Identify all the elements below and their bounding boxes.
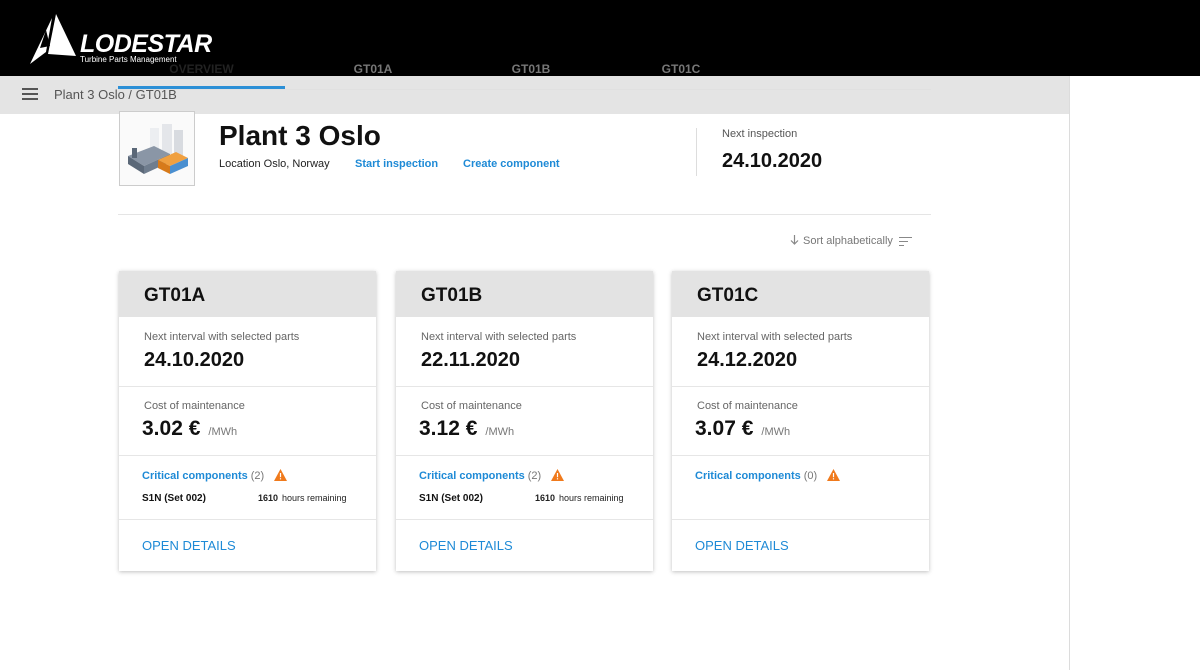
interval-label: Next interval with selected parts: [421, 331, 577, 343]
cost-label: Cost of maintenance: [421, 400, 522, 412]
part-hours-remaining: 1610 hours remaining: [258, 493, 347, 503]
card-divider: [396, 455, 653, 456]
sort-lines-icon: [898, 236, 912, 246]
warning-icon: [274, 469, 288, 481]
hours-label: hours remaining: [282, 493, 347, 503]
tab-gt01a[interactable]: GT01A: [313, 52, 433, 89]
cost-unit: /MWh: [485, 426, 515, 438]
card-divider: [672, 519, 929, 520]
interval-date: 24.12.2020: [697, 349, 798, 371]
part-hours-remaining: 1610 hours remaining: [535, 493, 624, 503]
sort-control[interactable]: Sort alphabetically: [790, 235, 912, 247]
card-divider: [119, 386, 376, 387]
interval-label: Next interval with selected parts: [144, 331, 300, 343]
card-header: GT01A: [119, 271, 376, 317]
critical-components-link[interactable]: Critical components: [142, 470, 248, 482]
warning-icon: [827, 469, 841, 481]
hours-value: 1610: [258, 493, 279, 503]
interval-label: Next interval with selected parts: [697, 331, 853, 343]
critical-components-row: Critical components (0): [695, 469, 841, 482]
create-component-link[interactable]: Create component: [463, 158, 560, 170]
next-inspection-date: 24.10.2020: [722, 150, 823, 172]
hours-value: 1610: [535, 493, 556, 503]
cost-label: Cost of maintenance: [144, 400, 245, 412]
card-divider: [396, 519, 653, 520]
card-title: GT01B: [421, 285, 483, 306]
unit-card-gt01c: GT01C Next interval with selected parts …: [672, 271, 929, 571]
unit-card-gt01a: GT01A Next interval with selected parts …: [119, 271, 376, 571]
cost-value-row: 3.12 € /MWh: [419, 417, 514, 441]
next-inspection-label: Next inspection: [722, 128, 798, 140]
tab-overview[interactable]: OVERVIEW: [118, 52, 285, 89]
cost-unit: /MWh: [761, 426, 791, 438]
card-divider: [119, 519, 376, 520]
cost-value: 3.12 €: [419, 417, 478, 440]
header-divider: [696, 128, 697, 176]
part-name: S1N (Set 002): [419, 493, 483, 504]
plant-location: Location Oslo, Norway: [219, 158, 330, 170]
interval-date: 24.10.2020: [144, 349, 245, 371]
open-details-button[interactable]: OPEN DETAILS: [695, 538, 789, 553]
cost-unit: /MWh: [208, 426, 238, 438]
hamburger-menu-icon[interactable]: [22, 88, 38, 102]
card-header: GT01C: [672, 271, 929, 317]
card-title: GT01A: [144, 285, 206, 306]
part-name: S1N (Set 002): [142, 493, 206, 504]
critical-components-link[interactable]: Critical components: [695, 470, 801, 482]
card-header: GT01B: [396, 271, 653, 317]
tab-gt01c[interactable]: GT01C: [621, 52, 741, 89]
critical-count: (0): [803, 470, 818, 482]
cost-value: 3.07 €: [695, 417, 754, 440]
power-plant-icon: [128, 124, 188, 174]
sail-logo-icon: [30, 14, 76, 64]
cost-label: Cost of maintenance: [697, 400, 798, 412]
plant-image: [119, 111, 195, 186]
card-divider: [672, 455, 929, 456]
page-title: Plant 3 Oslo: [219, 120, 381, 151]
cost-value: 3.02 €: [142, 417, 201, 440]
plant-tabs: OVERVIEW GT01A GT01B GT01C: [118, 52, 931, 90]
card-divider: [672, 386, 929, 387]
critical-count: (2): [250, 470, 265, 482]
cost-value-row: 3.02 € /MWh: [142, 417, 237, 441]
hours-label: hours remaining: [559, 493, 624, 503]
section-divider: [118, 214, 931, 215]
cost-value-row: 3.07 € /MWh: [695, 417, 790, 441]
unit-card-gt01b: GT01B Next interval with selected parts …: [396, 271, 653, 571]
tab-gt01b[interactable]: GT01B: [471, 52, 591, 89]
open-details-button[interactable]: OPEN DETAILS: [419, 538, 513, 553]
critical-components-row: Critical components (2): [419, 469, 565, 482]
card-title: GT01C: [697, 285, 759, 306]
card-divider: [396, 386, 653, 387]
warning-icon: [551, 469, 565, 481]
sort-label: Sort alphabetically: [803, 235, 893, 247]
interval-date: 22.11.2020: [421, 349, 520, 371]
arrow-down-icon: [790, 235, 799, 245]
open-details-button[interactable]: OPEN DETAILS: [142, 538, 236, 553]
start-inspection-link[interactable]: Start inspection: [355, 158, 438, 170]
card-divider: [119, 455, 376, 456]
critical-count: (2): [527, 470, 542, 482]
critical-components-link[interactable]: Critical components: [419, 470, 525, 482]
critical-components-row: Critical components (2): [142, 469, 288, 482]
